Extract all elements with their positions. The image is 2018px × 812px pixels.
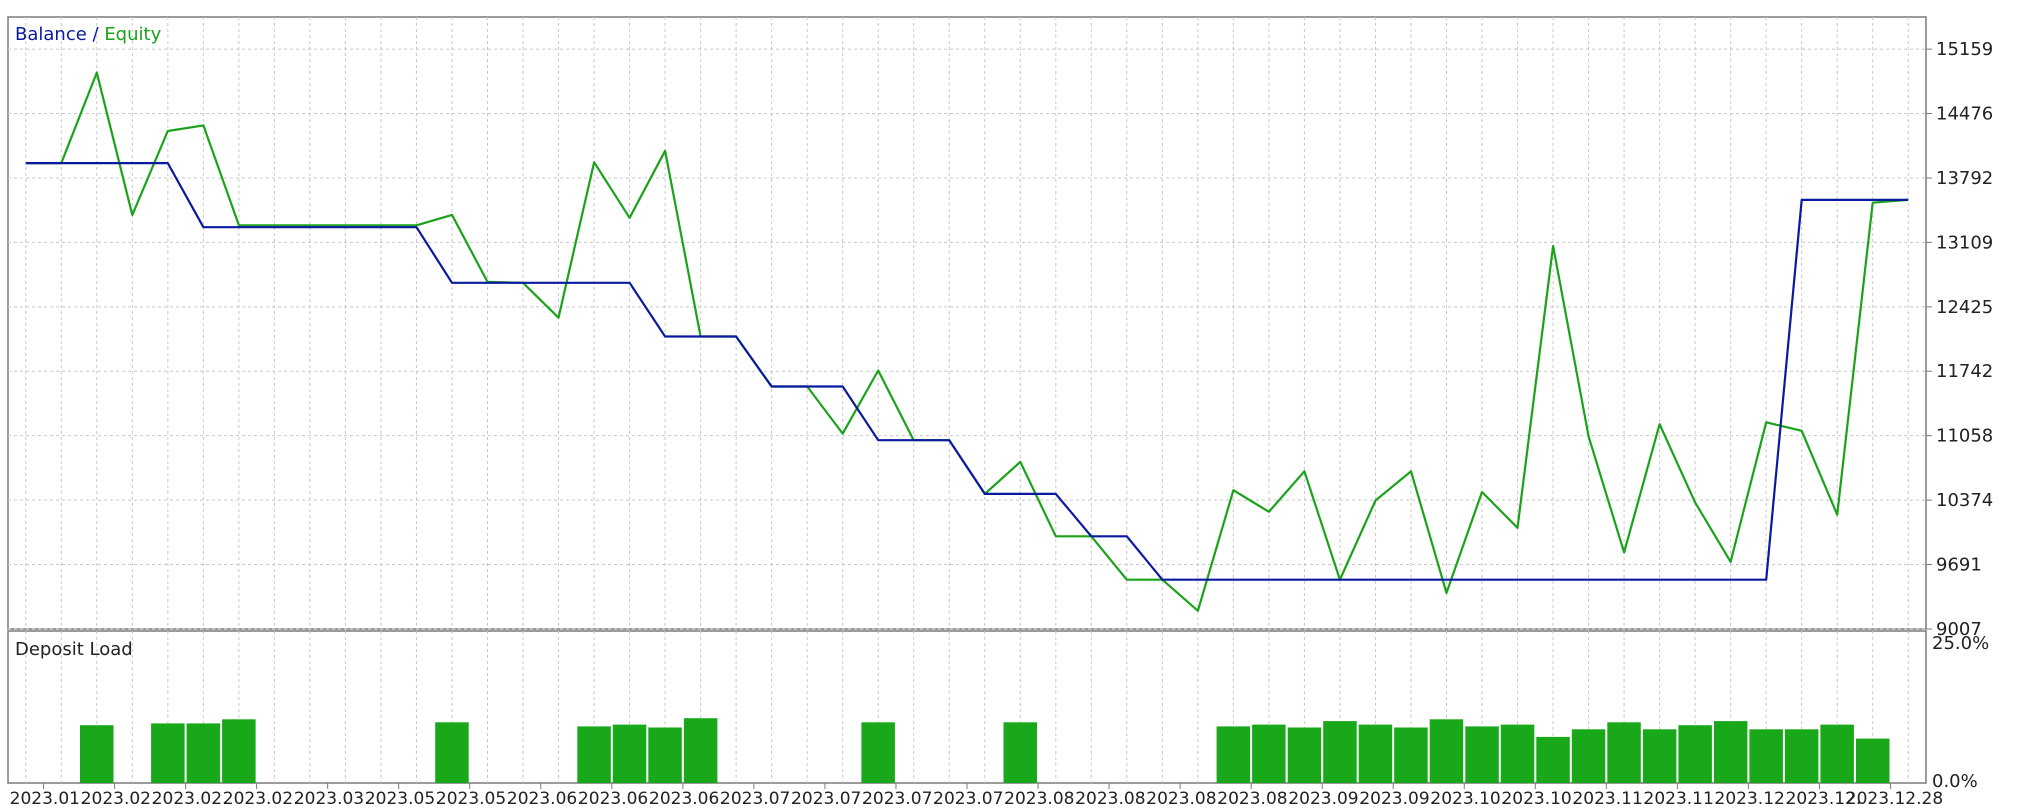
deposit-load-title: Deposit Load <box>15 639 133 660</box>
deposit-load-bar <box>1642 729 1677 783</box>
balance-equity-y-axis: 15159 14476 13792 13109 12425 11742 11058 10374… <box>1926 39 1993 640</box>
x-tick-label: 2023.07. <box>720 789 796 808</box>
y-tick-label: 13109 <box>1936 232 1993 253</box>
legend-separator: / <box>87 24 105 45</box>
y-tick-label: 9691 <box>1936 555 1982 576</box>
deposit-load-bar <box>1216 726 1251 783</box>
balance-equity-frame <box>7 16 1927 630</box>
deposit-load-bar <box>683 718 718 783</box>
deposit-load-bar <box>1571 729 1606 783</box>
x-tick-label: 2023.07. <box>862 789 938 808</box>
x-tick-label: 2023.12. <box>1715 789 1791 808</box>
balance-equity-report: 15159 14476 13792 13109 12425 11742 11058 10374… <box>0 0 2018 809</box>
x-tick-label: 2023.09. <box>1288 789 1364 808</box>
legend-balance: Balance <box>15 24 87 45</box>
deposit-load-bar <box>1252 724 1286 783</box>
y-tick-label: 14476 <box>1936 104 1993 125</box>
x-tick-label: 2023.09. <box>1359 789 1435 808</box>
x-tick-label: 2023.06. <box>578 789 654 808</box>
deposit-load-bar <box>186 723 221 783</box>
x-tick-label: 2023.05. <box>436 789 512 808</box>
x-tick-label: 2023.08. <box>1217 789 1293 808</box>
x-tick-label: 2023.08. <box>1004 789 1080 808</box>
deposit-load-bar <box>435 722 469 783</box>
legend: Balance / Equity <box>15 24 162 45</box>
deposit-load-bar <box>1784 729 1819 783</box>
x-tick-label: 2023.03. <box>294 789 370 808</box>
deposit-load-bar <box>1003 722 1037 783</box>
deposit-load-bar <box>1500 724 1535 783</box>
deposit-load-bar <box>1465 726 1499 783</box>
deposit-load-panel: 25.0%0.0% Deposit Load <box>7 630 1989 792</box>
deposit-load-bar <box>612 724 647 783</box>
y-tick-label: 13792 <box>1936 168 1993 189</box>
y-tick-label: 11742 <box>1936 361 1993 382</box>
x-tick-label: 2023.08. <box>1146 789 1222 808</box>
x-tick-label: 2023.02. <box>223 789 299 808</box>
x-tick-label: 2023.05. <box>365 789 441 808</box>
deposit-load-y-axis: 25.0%0.0% <box>1932 633 1989 792</box>
x-tick-label: 2023.10. <box>1501 789 1577 808</box>
deposit-load-bar <box>577 726 611 783</box>
deposit-load-bar <box>1323 721 1357 783</box>
x-tick-label: 2023.06. <box>649 789 725 808</box>
deposit-load-bar <box>1429 719 1464 783</box>
deposit-load-bar <box>151 723 185 783</box>
x-tick-label: 2023.12.28 <box>1846 789 1943 808</box>
y-tick-label: 15159 <box>1936 39 1993 60</box>
y-tick-label-top: 25.0% <box>1932 633 1989 654</box>
deposit-load-bar <box>1536 736 1570 783</box>
y-tick-label: 11058 <box>1936 426 1993 447</box>
deposit-load-bar <box>1607 722 1641 783</box>
legend-equity: Equity <box>104 24 161 45</box>
x-tick-label: 2023.10. <box>1430 789 1506 808</box>
x-tick-label: 2023.07. <box>933 789 1009 808</box>
x-tick-label: 2023.01. <box>10 789 86 808</box>
y-tick-label: 12425 <box>1936 297 1993 318</box>
deposit-load-bar <box>222 719 256 783</box>
report-canvas: 15159 14476 13792 13109 12425 11742 11058 10374… <box>7 16 1993 809</box>
x-tick-label: 2023.07. <box>791 789 867 808</box>
y-tick-label: 10374 <box>1936 490 1993 511</box>
x-axis-labels: 2023.01.2023.02.2023.02.2023.02.2023.03.… <box>10 783 1943 809</box>
x-tick-label: 2023.08. <box>1075 789 1151 808</box>
deposit-load-bar <box>648 727 682 783</box>
x-tick-label: 2023.11. <box>1644 789 1720 808</box>
deposit-load-bar <box>80 725 114 783</box>
deposit-load-bar <box>1287 727 1322 783</box>
deposit-load-bar <box>1856 738 1890 783</box>
x-tick-label: 2023.11. <box>1572 789 1648 808</box>
deposit-load-bar <box>1358 724 1393 783</box>
x-tick-label: 2023.02. <box>152 789 228 808</box>
deposit-load-bar <box>1713 721 1748 783</box>
x-tick-label: 2023.06. <box>507 789 583 808</box>
x-tick-label: 2023.02. <box>81 789 157 808</box>
deposit-load-bar <box>1678 725 1712 783</box>
deposit-load-bar <box>1749 729 1783 783</box>
deposit-load-bar <box>1820 724 1854 783</box>
deposit-load-bar <box>1394 727 1428 783</box>
balance-equity-panel: 15159 14476 13792 13109 12425 11742 11058 10374… <box>7 16 1993 640</box>
deposit-load-bar <box>861 722 895 783</box>
